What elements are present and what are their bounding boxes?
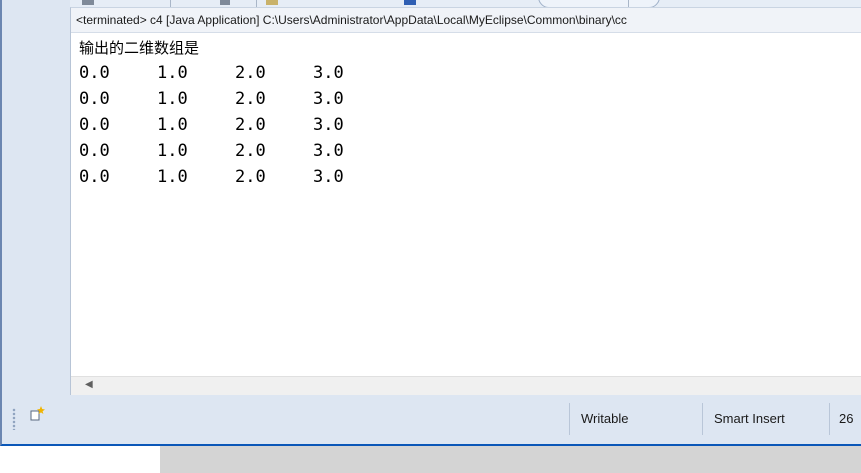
tab-divider — [628, 0, 629, 7]
console-view[interactable]: <terminated> c4 [Java Application] C:\Us… — [70, 7, 861, 395]
tab-divider — [170, 0, 171, 7]
output-value: 1.0 — [157, 63, 188, 83]
tab-icon[interactable] — [82, 0, 94, 5]
output-value: 3.0 — [313, 115, 344, 135]
chevron-left-icon[interactable]: ◀ — [85, 379, 93, 390]
active-tab[interactable] — [538, 0, 660, 7]
new-console-icon[interactable] — [29, 405, 47, 423]
output-value: 2.0 — [235, 115, 266, 135]
output-value: 3.0 — [313, 89, 344, 109]
output-row: 0.0 1.0 2.0 3.0 — [79, 164, 861, 190]
output-row: 0.0 1.0 2.0 3.0 — [79, 60, 861, 86]
output-value: 2.0 — [235, 141, 266, 161]
output-row: 0.0 1.0 2.0 3.0 — [79, 112, 861, 138]
output-value: 3.0 — [313, 63, 344, 83]
ide-window-frame: <terminated> c4 [Java Application] C:\Us… — [0, 0, 861, 446]
horizontal-scrollbar[interactable]: ◀ — [71, 376, 861, 395]
status-insert-mode: Smart Insert — [702, 403, 829, 435]
output-value: 0.0 — [79, 89, 110, 109]
output-value: 3.0 — [313, 141, 344, 161]
status-bar: Writable Smart Insert 26 — [4, 396, 861, 444]
output-heading: 输出的二维数组是 — [79, 40, 200, 57]
console-output[interactable]: 输出的二维数组是 0.0 1.0 2.0 3.0 0.0 1.0 2.0 3.0 0.0 1.… — [71, 33, 861, 190]
output-row: 0.0 1.0 2.0 3.0 — [79, 86, 861, 112]
toolbar-grip-icon[interactable] — [12, 408, 16, 430]
tab-icon[interactable] — [266, 0, 278, 5]
output-value: 2.0 — [235, 89, 266, 109]
output-value: 3.0 — [313, 167, 344, 187]
tab-icon[interactable] — [220, 0, 230, 5]
output-value: 0.0 — [79, 63, 110, 83]
view-tab-strip — [70, 0, 861, 7]
output-value: 0.0 — [79, 115, 110, 135]
output-value: 1.0 — [157, 167, 188, 187]
output-value: 2.0 — [235, 63, 266, 83]
background-strip — [160, 446, 861, 473]
output-value: 1.0 — [157, 89, 188, 109]
output-value: 0.0 — [79, 141, 110, 161]
output-value: 1.0 — [157, 115, 188, 135]
status-writable: Writable — [569, 403, 702, 435]
output-value: 1.0 — [157, 141, 188, 161]
terminated-label: <terminated> c4 [Java Application] C:\Us… — [71, 8, 861, 33]
output-value: 2.0 — [235, 167, 266, 187]
tab-divider — [256, 0, 257, 7]
output-row: 0.0 1.0 2.0 3.0 — [79, 138, 861, 164]
console-tab-icon[interactable] — [404, 0, 416, 5]
status-cursor-position: 26 — [829, 403, 861, 435]
output-value: 0.0 — [79, 167, 110, 187]
